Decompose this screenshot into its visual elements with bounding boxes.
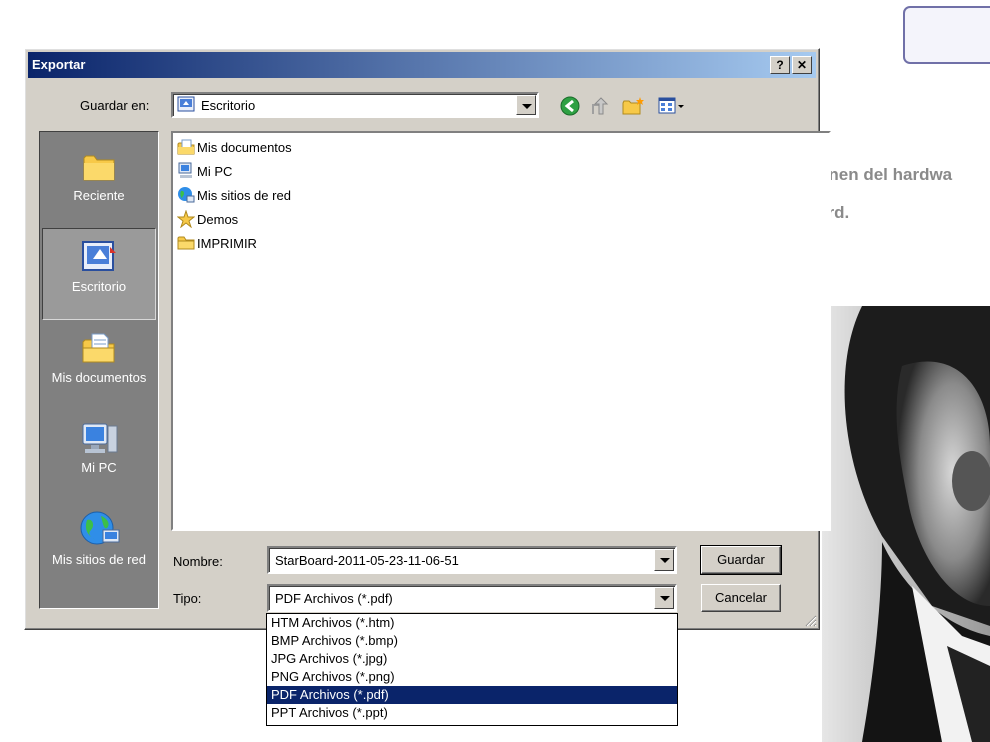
file-type-option[interactable]: HTM Archivos (*.htm) bbox=[267, 614, 677, 632]
type-label: Tipo: bbox=[173, 591, 202, 606]
network-icon bbox=[178, 187, 195, 203]
help-button[interactable]: ? bbox=[770, 56, 790, 74]
list-item[interactable]: IMPRIMIR bbox=[177, 233, 257, 253]
file-name: IMPRIMIR bbox=[197, 235, 257, 251]
file-name: Mi PC bbox=[197, 163, 233, 179]
place-my-documents-label: Mis documentos bbox=[51, 370, 147, 385]
save-in-label: Guardar en: bbox=[80, 98, 150, 113]
computer-icon bbox=[178, 162, 192, 178]
close-button[interactable]: ✕ bbox=[792, 56, 812, 74]
file-name-dropdown-arrow[interactable] bbox=[654, 549, 674, 571]
place-recent-label: Reciente bbox=[73, 188, 125, 203]
list-item[interactable]: Mis documentos bbox=[177, 137, 292, 157]
folder-icon bbox=[177, 236, 195, 250]
file-type-option-selected[interactable]: PDF Archivos (*.pdf) bbox=[267, 686, 677, 704]
recent-folder-icon bbox=[83, 155, 115, 181]
background-text-line-2: ard. bbox=[818, 203, 850, 222]
place-desktop-label: Escritorio bbox=[71, 279, 127, 294]
place-my-computer[interactable]: Mi PC bbox=[42, 416, 156, 504]
list-item[interactable]: Mi PC bbox=[177, 161, 232, 181]
dialog-title: Exportar bbox=[32, 57, 86, 72]
background-photo bbox=[822, 306, 990, 742]
network-places-icon bbox=[80, 511, 120, 545]
desktop-icon bbox=[82, 241, 116, 271]
file-type-option[interactable]: JPG Archivos (*.jpg) bbox=[267, 650, 677, 668]
place-network[interactable]: Mis sitios de red bbox=[42, 504, 156, 600]
view-menu-icon[interactable] bbox=[657, 95, 685, 117]
file-type-list[interactable]: HTM Archivos (*.htm) BMP Archivos (*.bmp… bbox=[266, 613, 678, 726]
back-icon[interactable] bbox=[559, 95, 583, 117]
documents-icon bbox=[177, 139, 195, 155]
up-folder-icon[interactable] bbox=[589, 95, 613, 117]
file-name: Demos bbox=[197, 211, 239, 227]
list-item[interactable]: Demos bbox=[177, 209, 238, 229]
background-text: onen del hardwa ard. bbox=[818, 156, 952, 232]
my-documents-icon bbox=[82, 333, 115, 363]
desktop-small-icon bbox=[177, 96, 195, 112]
place-network-label: Mis sitios de red bbox=[52, 552, 146, 567]
file-name-input[interactable]: StarBoard-2011-05-23-11-06-51 bbox=[275, 553, 459, 568]
star-folder-icon bbox=[177, 210, 195, 228]
save-in-combo[interactable]: Escritorio bbox=[171, 92, 539, 118]
place-desktop[interactable]: Escritorio bbox=[42, 228, 156, 320]
file-name: Mis sitios de red bbox=[197, 187, 291, 203]
save-button[interactable]: Guardar bbox=[700, 545, 782, 575]
background-text-line-1: onen del hardwa bbox=[818, 165, 953, 184]
file-type-dropdown-arrow[interactable] bbox=[654, 587, 674, 609]
save-in-value: Escritorio bbox=[201, 98, 256, 113]
place-my-documents[interactable]: Mis documentos bbox=[42, 324, 156, 416]
file-list[interactable]: Mis documentos Mi PC Mis sitios de red D… bbox=[171, 131, 831, 531]
cancel-button[interactable]: Cancelar bbox=[701, 584, 781, 612]
file-type-value: PDF Archivos (*.pdf) bbox=[275, 591, 393, 606]
place-recent[interactable]: Reciente bbox=[42, 140, 156, 228]
background-button[interactable] bbox=[903, 6, 990, 64]
file-name-combo[interactable]: StarBoard-2011-05-23-11-06-51 bbox=[267, 546, 677, 574]
places-bar: Reciente Escritorio Mis documentos Mi PC… bbox=[39, 131, 159, 609]
file-type-option[interactable]: PPT Archivos (*.ppt) bbox=[267, 704, 677, 722]
place-my-computer-label: Mi PC bbox=[81, 460, 117, 475]
name-label: Nombre: bbox=[173, 554, 223, 569]
export-dialog: Exportar ? ✕ Guardar en: Escritorio Reci… bbox=[24, 48, 831, 630]
file-type-option[interactable]: BMP Archivos (*.bmp) bbox=[267, 632, 677, 650]
title-bar[interactable]: Exportar ? ✕ bbox=[28, 52, 816, 78]
file-type-option[interactable]: PNG Archivos (*.png) bbox=[267, 668, 677, 686]
list-item[interactable]: Mis sitios de red bbox=[177, 185, 291, 205]
new-folder-icon[interactable] bbox=[621, 95, 645, 117]
save-in-dropdown-arrow[interactable] bbox=[516, 95, 536, 115]
file-type-combo[interactable]: PDF Archivos (*.pdf) bbox=[267, 584, 677, 612]
file-name: Mis documentos bbox=[197, 139, 292, 155]
my-computer-icon bbox=[82, 423, 118, 453]
resize-grip-icon[interactable] bbox=[803, 613, 817, 627]
